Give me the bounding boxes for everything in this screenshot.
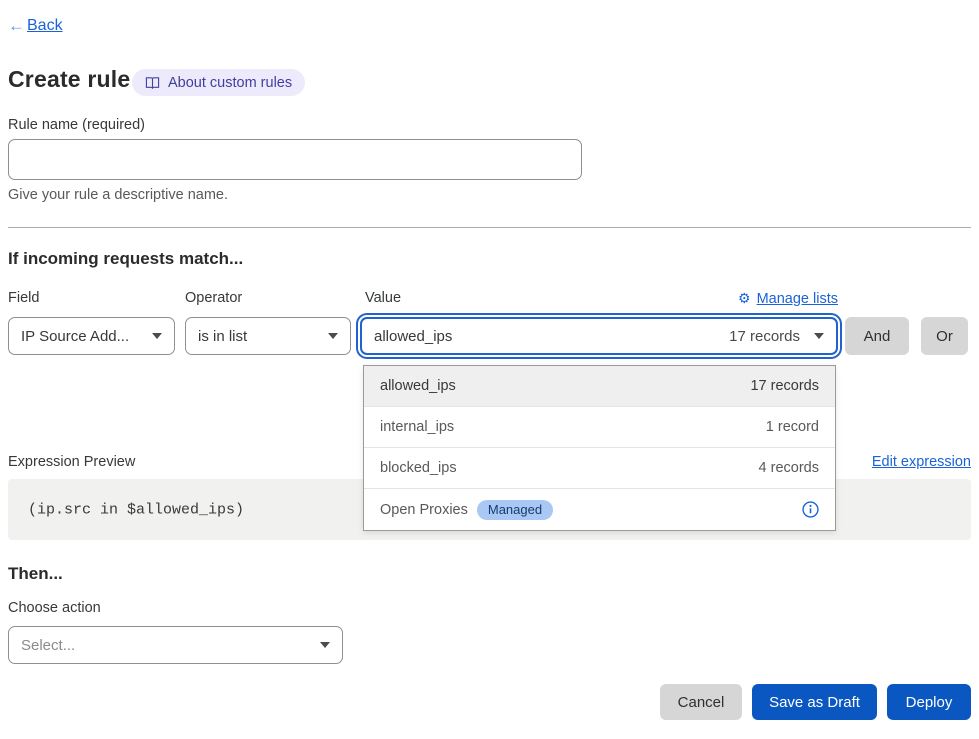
field-label: Field (8, 290, 39, 306)
info-icon[interactable] (802, 501, 819, 518)
chevron-down-icon (152, 333, 162, 339)
rule-name-helper: Give your rule a descriptive name. (8, 187, 228, 203)
then-section-heading: Then... (8, 564, 63, 584)
rule-name-input[interactable] (8, 139, 582, 180)
value-label: Value (365, 290, 401, 306)
list-option-name: internal_ips (380, 419, 454, 435)
list-option-record-count: 17 records (750, 378, 819, 394)
list-option-allowed-ips[interactable]: allowed_ips 17 records (364, 366, 835, 407)
list-option-name: blocked_ips (380, 460, 457, 476)
chevron-down-icon (320, 642, 330, 648)
chevron-down-icon (814, 333, 824, 339)
list-option-blocked-ips[interactable]: blocked_ips 4 records (364, 448, 835, 489)
rule-name-label: Rule name (required) (8, 117, 145, 133)
action-select[interactable]: Select... (8, 626, 343, 664)
list-option-record-count: 4 records (759, 460, 819, 476)
back-link[interactable]: Back (27, 17, 63, 35)
create-rule-page: ← Back Create rule About custom rules Ru… (0, 0, 979, 739)
action-select-placeholder: Select... (21, 637, 75, 654)
operator-label: Operator (185, 290, 242, 306)
list-option-name: allowed_ips (380, 378, 456, 394)
manage-lists-link[interactable]: Manage lists (757, 291, 838, 307)
list-option-internal-ips[interactable]: internal_ips 1 record (364, 407, 835, 448)
field-select[interactable]: IP Source Add... (8, 317, 175, 355)
gear-icon: ⚙ (738, 290, 751, 307)
back-nav[interactable]: ← Back (8, 16, 63, 36)
expression-preview-label: Expression Preview (8, 454, 135, 470)
chevron-down-icon (328, 333, 338, 339)
expression-code: (ip.src in $allowed_ips) (28, 501, 244, 518)
about-custom-rules-label: About custom rules (168, 75, 292, 91)
or-button[interactable]: Or (921, 317, 968, 355)
edit-expression-link[interactable]: Edit expression (872, 454, 971, 470)
operator-select[interactable]: is in list (185, 317, 351, 355)
value-select-name: allowed_ips (374, 328, 452, 345)
field-select-value: IP Source Add... (21, 328, 129, 345)
section-divider (8, 227, 971, 228)
manage-lists[interactable]: ⚙ Manage lists (738, 290, 838, 307)
deploy-button[interactable]: Deploy (887, 684, 971, 720)
about-custom-rules-link[interactable]: About custom rules (132, 69, 305, 96)
managed-badge: Managed (477, 500, 553, 520)
book-icon (145, 76, 160, 90)
list-option-name: Open Proxies (380, 502, 468, 518)
list-dropdown-panel: allowed_ips 17 records internal_ips 1 re… (363, 365, 836, 531)
choose-action-label: Choose action (8, 600, 101, 616)
value-select-record-count: 17 records (729, 328, 800, 345)
save-as-draft-button[interactable]: Save as Draft (752, 684, 877, 720)
cancel-button[interactable]: Cancel (660, 684, 742, 720)
value-select[interactable]: allowed_ips 17 records (360, 317, 838, 355)
list-option-open-proxies[interactable]: Open Proxies Managed (364, 489, 835, 530)
and-button[interactable]: And (845, 317, 909, 355)
match-section-heading: If incoming requests match... (8, 249, 243, 269)
list-option-record-count: 1 record (766, 419, 819, 435)
page-title: Create rule (8, 66, 130, 93)
back-arrow-icon: ← (8, 16, 25, 36)
operator-select-value: is in list (198, 328, 247, 345)
